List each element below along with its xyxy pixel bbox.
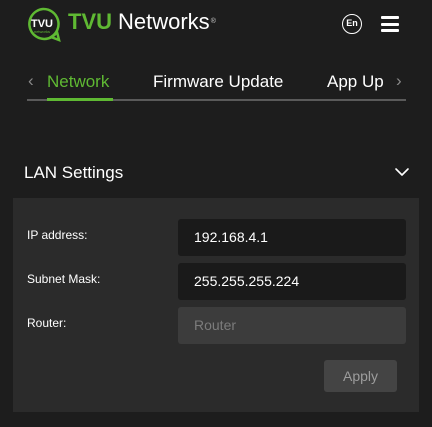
tab-app-update[interactable]: App Up <box>327 72 389 92</box>
tab-firmware-update[interactable]: Firmware Update <box>153 72 283 92</box>
settings-tabs: ‹ Network Firmware Update App Up › <box>0 62 432 102</box>
brand-registered-mark: ® <box>210 18 216 25</box>
tvu-logo-icon: TVU networks <box>26 7 61 43</box>
brand-secondary: Networks <box>118 9 210 34</box>
apply-button[interactable]: Apply <box>324 360 397 392</box>
app-header: TVU networks TVU Networks® En <box>0 0 432 50</box>
hamburger-menu-icon[interactable] <box>381 16 399 32</box>
brand-name: TVU Networks® <box>68 9 216 35</box>
router-input[interactable]: Router <box>178 307 406 344</box>
ip-address-label: IP address: <box>27 228 88 242</box>
language-button[interactable]: En <box>342 14 362 34</box>
chevron-down-icon[interactable] <box>394 164 410 180</box>
router-label: Router: <box>27 316 67 330</box>
tab-network[interactable]: Network <box>47 72 109 92</box>
ip-address-input[interactable]: 192.168.4.1 <box>178 219 406 256</box>
active-tab-indicator <box>47 98 113 101</box>
tabs-scroll-right-icon[interactable]: › <box>396 71 402 91</box>
logo-subtext: networks <box>34 29 50 34</box>
app-root: TVU networks TVU Networks® En ‹ Network F… <box>0 0 432 427</box>
section-title[interactable]: LAN Settings <box>24 163 123 183</box>
subnet-mask-input[interactable]: 255.255.255.224 <box>178 263 406 300</box>
tabs-scroll-left-icon[interactable]: ‹ <box>28 71 34 91</box>
brand-primary: TVU <box>68 9 112 34</box>
subnet-mask-label: Subnet Mask: <box>27 272 101 286</box>
